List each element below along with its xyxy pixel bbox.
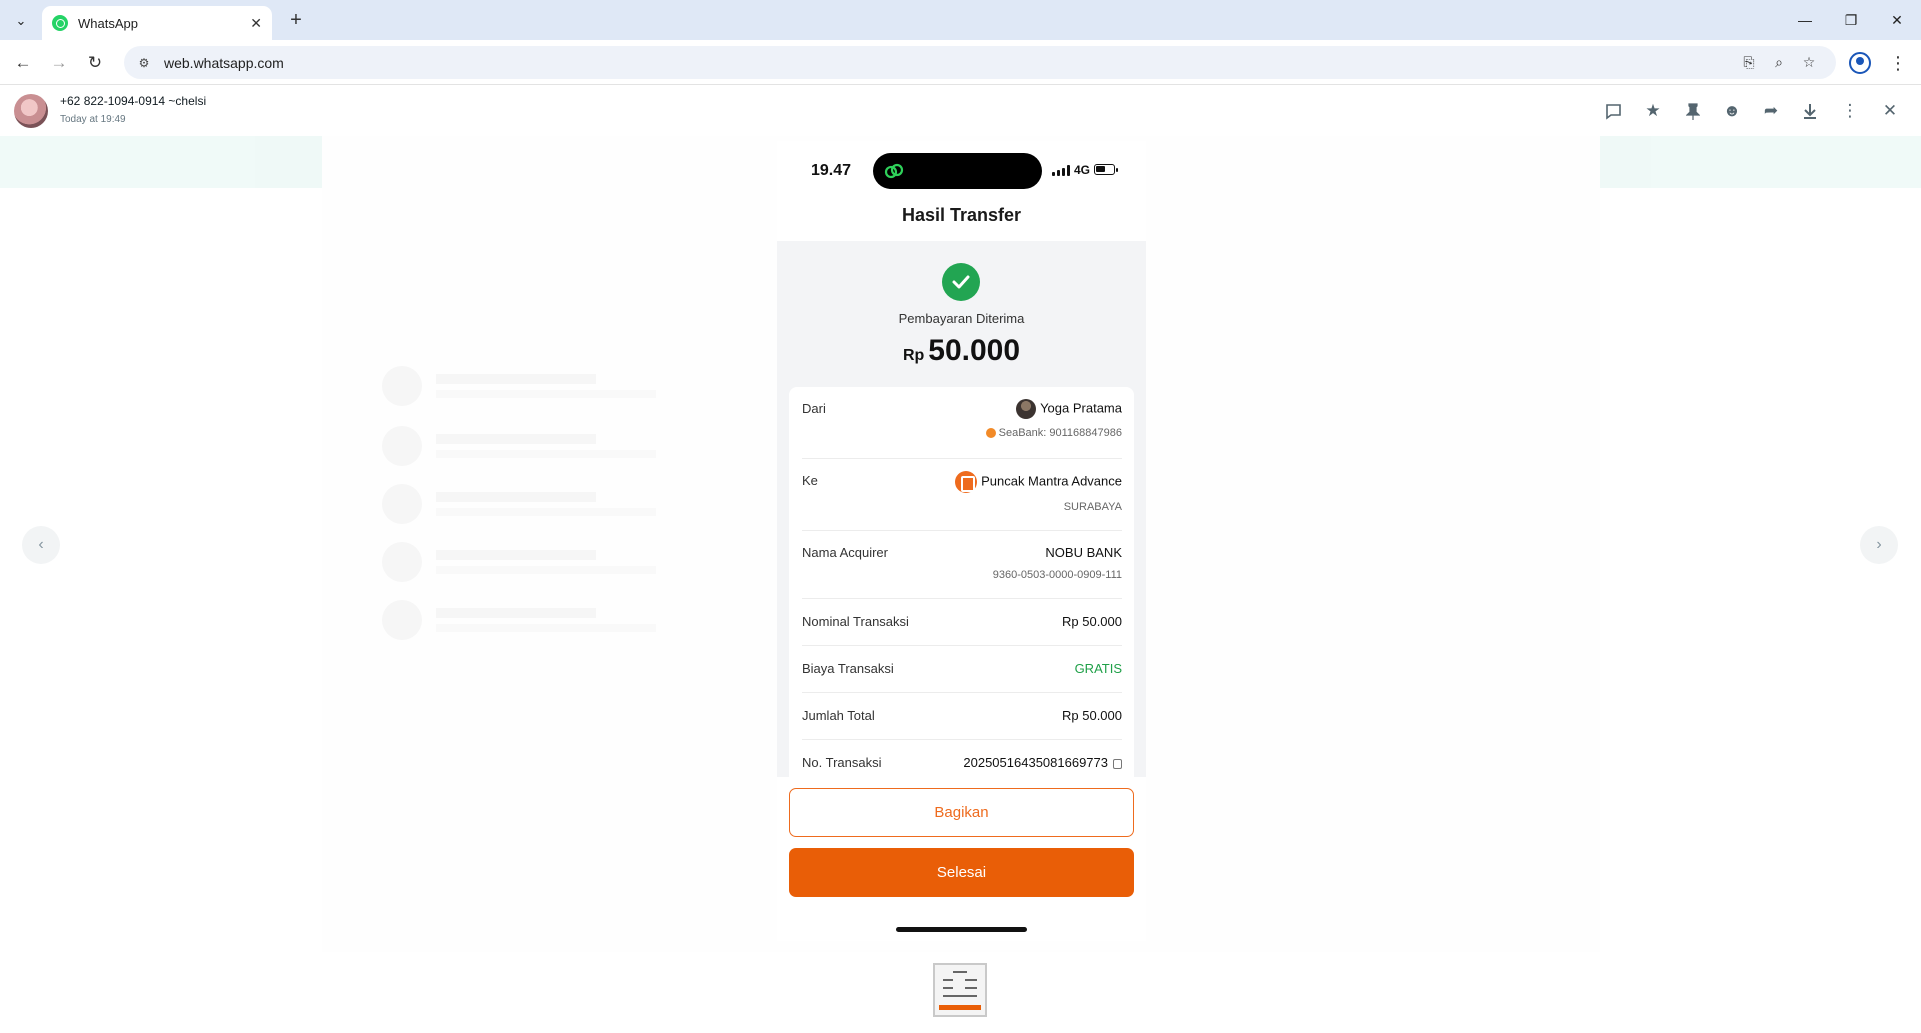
seabank-logo-icon (985, 428, 996, 439)
txn-label: No. Transaksi (802, 755, 882, 770)
react-emoji-icon[interactable]: ☻ (1719, 98, 1745, 124)
close-viewer-icon[interactable]: ✕ (1877, 98, 1903, 124)
total-value: Rp 50.000 (1062, 708, 1122, 723)
acquirer-label: Nama Acquirer (802, 545, 888, 560)
nominal-label: Nominal Transaksi (802, 614, 909, 629)
detail-row-acquirer: Nama Acquirer NOBU BANK 9360-0503-0000-0… (802, 531, 1122, 599)
whatsapp-favicon-icon (52, 15, 68, 31)
new-tab-button[interactable]: + (284, 8, 308, 32)
transfer-receipt-image: 19.47 4G Hasil Transfer Pembayaran Diter… (777, 141, 1146, 941)
done-button: Selesai (789, 848, 1134, 897)
site-info-icon[interactable]: ⚙ (136, 55, 152, 71)
phone-status-time: 19.47 (811, 162, 852, 179)
address-bar[interactable]: ⚙ web.whatsapp.com ⎘ ⌕ ☆ (124, 46, 1836, 79)
download-icon[interactable] (1797, 98, 1823, 124)
share-button: Bagikan (789, 788, 1134, 837)
message-timestamp: Today at 19:49 (60, 114, 126, 125)
detail-row-from: Dari Yoga Pratama SeaBank: 901168847986 (802, 387, 1122, 459)
success-check-icon (942, 263, 980, 301)
from-account-line: SeaBank: 901168847986 (985, 427, 1122, 439)
restore-icon[interactable]: ❐ (1836, 8, 1866, 32)
detail-row-to: Ke Puncak Mantra Advance SURABAYA (802, 459, 1122, 531)
browser-tab-whatsapp[interactable]: WhatsApp ✕ (42, 6, 272, 40)
install-app-icon[interactable]: ⎘ (1734, 51, 1764, 75)
minimize-icon[interactable]: — (1790, 8, 1820, 32)
browser-toolbar: ← → ↻ ⚙ web.whatsapp.com ⎘ ⌕ ☆ ⋮ (0, 40, 1921, 85)
to-label: Ke (802, 473, 818, 488)
transaction-details-card: Dari Yoga Pratama SeaBank: 901168847986 … (789, 387, 1134, 787)
viewer-header: +62 822-1094-0914 ~chelsi Today at 19:49… (0, 86, 1921, 136)
payment-status: Pembayaran Diterima (898, 311, 1025, 326)
from-account: SeaBank: 901168847986 (998, 427, 1122, 439)
nominal-value: Rp 50.000 (1062, 614, 1122, 629)
more-options-icon[interactable]: ⋮ (1837, 98, 1863, 124)
txn-value-line: 20250516435081669773 (963, 755, 1122, 770)
profile-avatar-icon[interactable] (1849, 52, 1871, 74)
sender-name[interactable]: +62 822-1094-0914 ~chelsi (60, 94, 206, 108)
star-icon[interactable]: ★ (1640, 98, 1666, 124)
receipt-title: Hasil Transfer (901, 205, 1022, 225)
tab-search-dropdown-icon[interactable]: ⌄ (8, 8, 34, 34)
from-label: Dari (802, 401, 826, 416)
to-name: Puncak Mantra Advance (981, 473, 1122, 489)
sender-avatar[interactable] (14, 94, 48, 128)
detail-row-transaction-no: No. Transaksi 20250516435081669773 (802, 740, 1122, 787)
sender-photo-icon (1016, 399, 1037, 419)
fee-value: GRATIS (1074, 661, 1122, 676)
link-chain-icon (883, 160, 905, 182)
detail-row-fee: Biaya Transaksi GRATIS (802, 646, 1122, 693)
url-text[interactable]: web.whatsapp.com (164, 55, 1734, 71)
amount-value: 50.000 (928, 334, 1021, 367)
media-thumbnail[interactable] (933, 963, 987, 1017)
network-type: 4G (1074, 163, 1091, 177)
home-indicator (896, 927, 1027, 932)
tab-close-icon[interactable]: ✕ (250, 15, 262, 32)
to-value: Puncak Mantra Advance (955, 471, 1122, 493)
from-value: Yoga Pratama (1016, 399, 1122, 419)
fee-label: Biaya Transaksi (802, 661, 894, 676)
forward-icon[interactable]: → (46, 50, 72, 76)
tab-title: WhatsApp (78, 15, 138, 31)
acquirer-name: NOBU BANK (1045, 545, 1122, 560)
detail-row-total: Jumlah Total Rp 50.000 (802, 693, 1122, 740)
browser-tab-bar: ⌄ WhatsApp ✕ + — ❐ ✕ (0, 0, 1921, 40)
copy-icon (1113, 758, 1122, 769)
window-close-icon[interactable]: ✕ (1882, 8, 1912, 32)
from-name: Yoga Pratama (1040, 400, 1122, 416)
battery-icon (1094, 164, 1118, 175)
to-city: SURABAYA (1063, 501, 1122, 513)
dynamic-island (873, 153, 1042, 189)
amount-currency: Rp (902, 347, 925, 364)
reload-icon[interactable]: ↻ (82, 50, 108, 76)
back-icon[interactable]: ← (10, 50, 36, 76)
next-media-icon[interactable]: › (1860, 526, 1898, 564)
pin-icon[interactable] (1680, 98, 1706, 124)
chrome-menu-icon[interactable]: ⋮ (1888, 52, 1908, 74)
acquirer-id: 9360-0503-0000-0909-111 (992, 569, 1122, 581)
amount: Rp 50.000 (777, 334, 1146, 368)
bookmark-star-icon[interactable]: ☆ (1794, 51, 1824, 75)
reply-icon[interactable] (1600, 98, 1626, 124)
forward-message-icon[interactable]: ➦ (1758, 98, 1784, 124)
previous-media-icon[interactable]: ‹ (22, 526, 60, 564)
detail-row-nominal: Nominal Transaksi Rp 50.000 (802, 599, 1122, 646)
zoom-icon[interactable]: ⌕ (1764, 51, 1794, 75)
total-label: Jumlah Total (802, 708, 875, 723)
txn-value: 20250516435081669773 (963, 755, 1108, 770)
signal-strength-icon (1052, 165, 1070, 176)
merchant-store-icon (955, 471, 978, 493)
